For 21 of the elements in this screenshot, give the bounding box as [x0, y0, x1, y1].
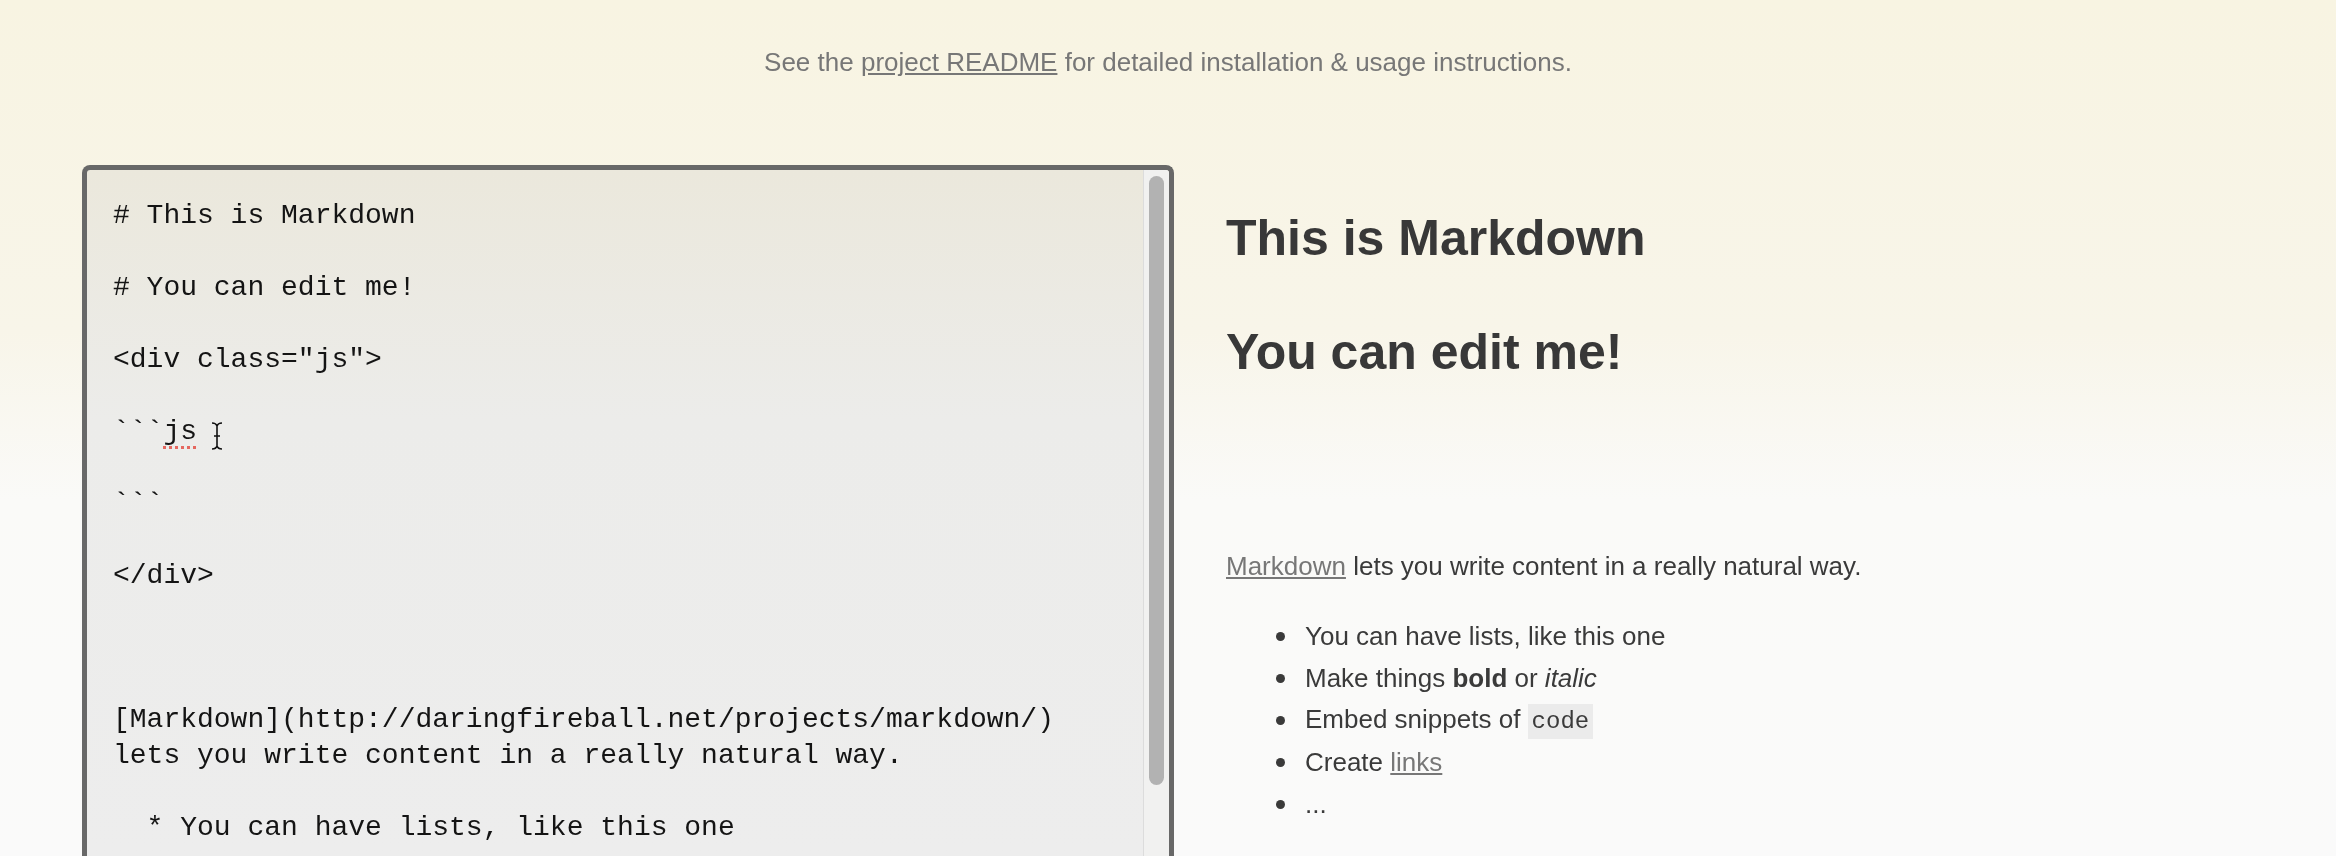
- bullet-icon: [1276, 715, 1285, 725]
- inline-code: code: [1527, 704, 1594, 739]
- bullet-icon: [1276, 673, 1285, 683]
- markdown-editor[interactable]: # This is Markdown # You can edit me! <div class="js"> ```js ``` </div> [Markdown](http://daringfireball.net/projects/markdown/) lets you write content in a really natural way. * You can have lists, like this one: [82, 165, 1174, 856]
- heading: This is Markdown: [1226, 209, 1647, 268]
- readme-link[interactable]: project README: [860, 47, 1058, 77]
- bullet-icon: [1276, 757, 1285, 767]
- intro-text: See the project README for detailed installation & usage instructions.: [764, 46, 1572, 79]
- paragraph: Markdown lets you write content in a really natural way.: [1226, 550, 1862, 583]
- text-cursor-icon: [211, 422, 223, 450]
- link[interactable]: links: [1390, 746, 1443, 777]
- bullet-icon: [1276, 799, 1285, 809]
- heading: You can edit me!: [1226, 323, 1624, 382]
- list-item: Embed snippets of code: [1305, 700, 1594, 740]
- list-item: Create links: [1305, 745, 1443, 779]
- list-item: ...: [1305, 787, 1327, 821]
- list-item: Make things bold or italic: [1305, 661, 1597, 695]
- scrollbar-thumb[interactable]: [1149, 176, 1164, 785]
- bullet-icon: [1276, 631, 1285, 641]
- markdown-link[interactable]: Markdown: [1226, 551, 1346, 581]
- list-item: You can have lists, like this one: [1305, 619, 1666, 653]
